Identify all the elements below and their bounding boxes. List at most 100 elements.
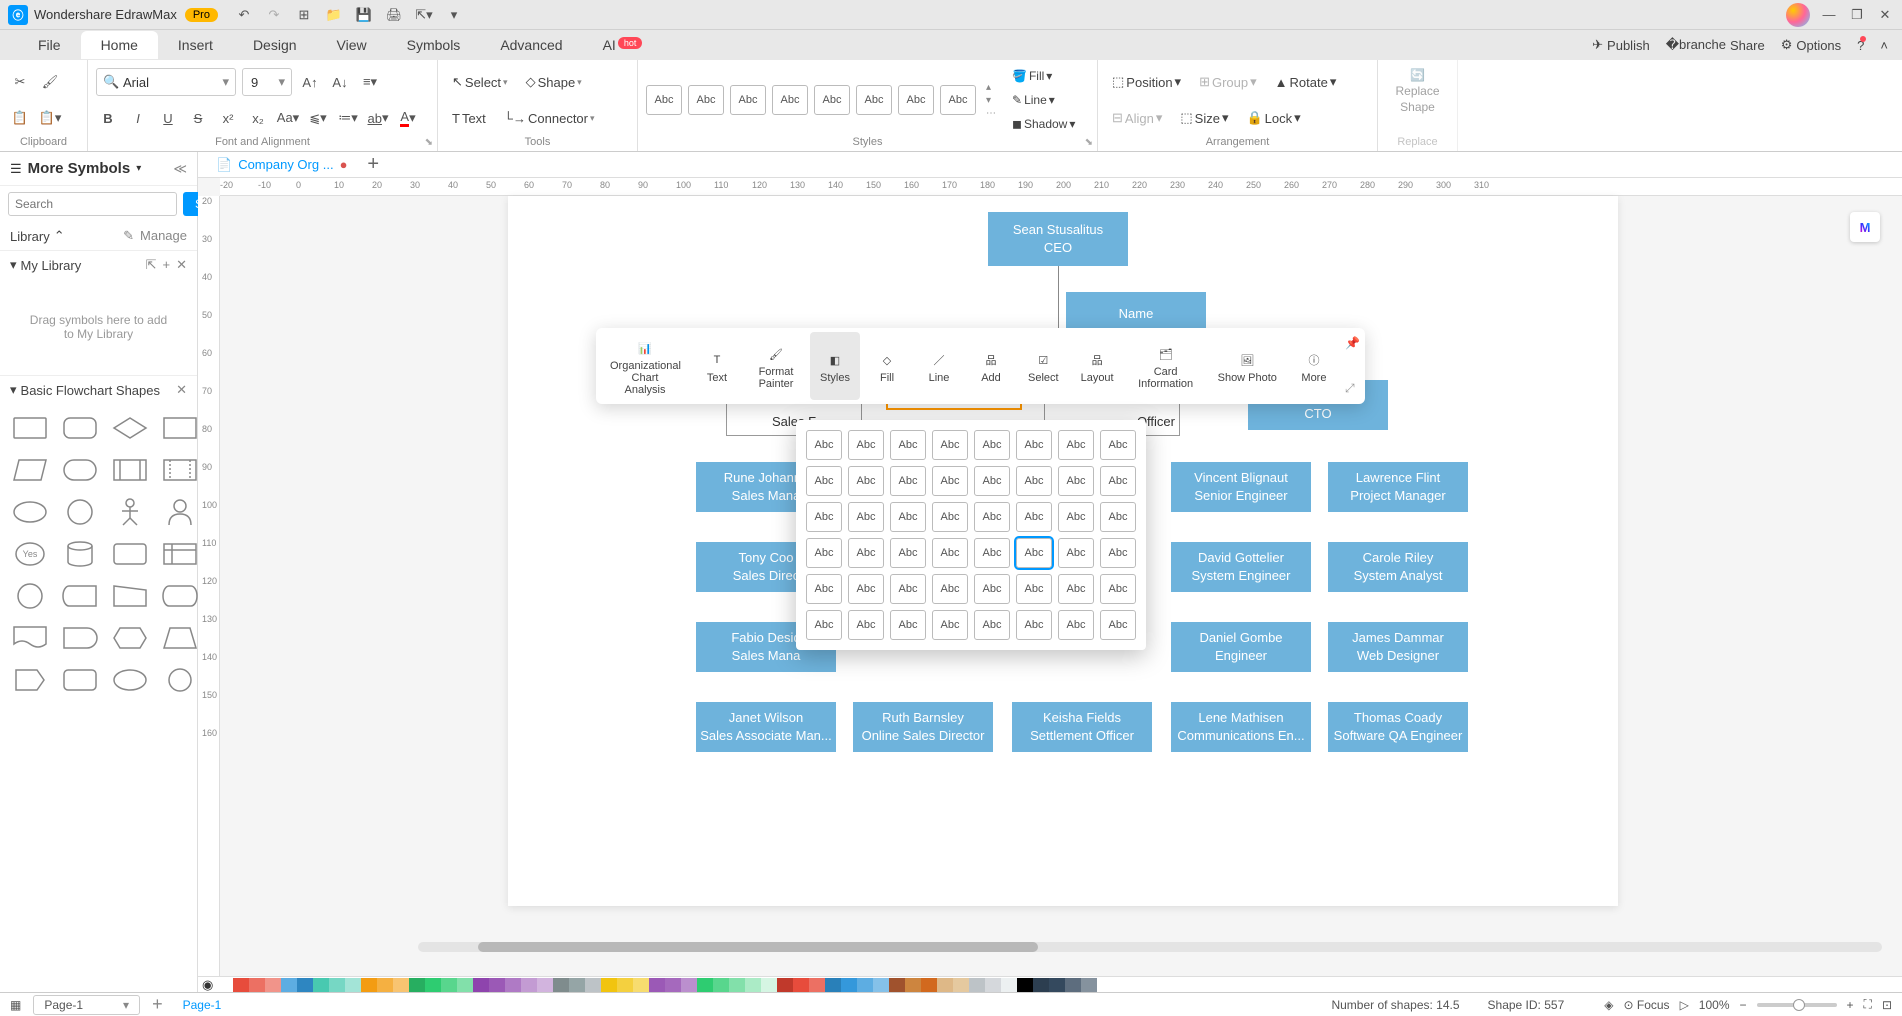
spacing-icon[interactable]: ⫹▾ [306,106,330,130]
ctx-styles[interactable]: ◧Styles [810,332,860,400]
color-swatch[interactable] [697,978,713,992]
style-swatch[interactable]: Abc [1100,574,1136,604]
mylib-arrow-icon[interactable]: ⇱ [146,257,157,273]
layers-icon[interactable]: ◈ [1604,998,1613,1012]
shape-card[interactable] [108,536,152,572]
mylib-drop-zone[interactable]: Drag symbols here to add to My Library [8,285,189,369]
shape-trap[interactable] [158,620,202,656]
export-icon[interactable]: ⇱▾ [416,7,432,23]
style-swatch[interactable]: Abc [932,430,968,460]
manage-label[interactable]: Manage [140,228,187,244]
style-swatch[interactable]: Abc [806,430,842,460]
color-swatch[interactable] [617,978,633,992]
color-swatch[interactable] [313,978,329,992]
add-page-icon[interactable]: + [152,994,163,1015]
menu-view[interactable]: View [317,31,387,59]
style-swatch[interactable]: Abc [1100,502,1136,532]
color-swatch[interactable] [537,978,553,992]
italic-icon[interactable]: I [126,106,150,130]
style-swatch[interactable]: Abc [890,466,926,496]
redo-icon[interactable]: ↷ [266,7,282,23]
color-swatch[interactable] [1065,978,1081,992]
eyedropper-icon[interactable]: ◉ [202,977,213,993]
ctx-format-painter[interactable]: 🖌Format Painter [744,332,808,400]
color-swatch[interactable] [601,978,617,992]
color-swatch[interactable] [361,978,377,992]
style-swatch[interactable]: Abc [890,610,926,640]
collapse-panel-icon[interactable]: ≪ [173,161,187,177]
color-swatch[interactable] [633,978,649,992]
paste-icon[interactable]: 📋▾ [38,106,62,130]
org-lawrence[interactable]: Lawrence FlintProject Manager [1328,462,1468,512]
style-swatch[interactable]: Abc [1016,574,1052,604]
color-swatch[interactable] [473,978,489,992]
basic-close-icon[interactable]: ✕ [176,382,187,398]
style-swatch[interactable]: Abc [806,466,842,496]
menu-file[interactable]: File [18,31,81,59]
mylib-close-icon[interactable]: ✕ [176,257,187,273]
org-ceo[interactable]: Sean StusalitusCEO [988,212,1128,266]
color-swatch[interactable] [409,978,425,992]
zoom-level[interactable]: 100% [1699,998,1730,1012]
style-swatch[interactable]: Abc [1058,502,1094,532]
style-swatch[interactable]: Abc [1016,466,1052,496]
format-brush-icon[interactable]: 🖌 [38,70,62,94]
menu-symbols[interactable]: Symbols [387,31,481,59]
zoom-out-icon[interactable]: − [1740,998,1747,1012]
color-swatch[interactable] [873,978,889,992]
org-carole[interactable]: Carole RileySystem Analyst [1328,542,1468,592]
align-button[interactable]: ⊟ Align▾ [1106,107,1168,129]
org-keisha[interactable]: Keisha FieldsSettlement Officer [1012,702,1152,752]
style-swatch[interactable]: Abc [1016,502,1052,532]
subscript-icon[interactable]: x₂ [246,106,270,130]
color-swatch[interactable] [1033,978,1049,992]
focus-button[interactable]: ⊙ Focus [1623,998,1669,1012]
new-icon[interactable]: ⊞ [296,7,312,23]
help-icon[interactable]: ? [1857,38,1864,53]
ctx-text[interactable]: TText [692,332,742,400]
strike-icon[interactable]: S [186,106,210,130]
color-swatch[interactable] [297,978,313,992]
color-swatch[interactable] [761,978,777,992]
color-swatch[interactable] [793,978,809,992]
align-icon[interactable]: ≡▾ [358,70,382,94]
styles-up-icon[interactable]: ▴ [986,82,996,93]
doc-tab[interactable]: 📄 Company Org ... ● [206,154,357,176]
shape-stored[interactable] [58,578,102,614]
shape-rect[interactable] [8,410,52,446]
shape-actor[interactable] [108,494,152,530]
color-swatch[interactable] [505,978,521,992]
ctx-show-photo[interactable]: 🖼Show Photo [1208,332,1287,400]
style-swatch[interactable]: Abc [1100,538,1136,568]
style-swatch[interactable]: Abc [974,610,1010,640]
org-lene[interactable]: Lene MathisenCommunications En... [1171,702,1311,752]
color-swatch[interactable] [985,978,1001,992]
pin-icon[interactable]: 📌 [1345,336,1357,350]
color-swatch[interactable] [889,978,905,992]
shape-circ3[interactable] [158,662,202,698]
color-swatch[interactable] [713,978,729,992]
color-swatch[interactable] [953,978,969,992]
close-icon[interactable]: ✕ [1876,6,1894,24]
rotate-button[interactable]: ▲ Rotate▾ [1269,71,1343,93]
shape-tool[interactable]: ◇ Shape ▾ [520,71,588,93]
style-swatch[interactable]: Abc [848,430,884,460]
ctx-line[interactable]: ／Line [914,332,964,400]
panel-dropdown-icon[interactable]: ▾ [136,163,141,174]
menu-ai[interactable]: AIhot [583,31,663,59]
basic-shapes-label[interactable]: Basic Flowchart Shapes [21,383,160,398]
connector-tool[interactable]: └→ Connector ▾ [498,108,601,129]
shape-manual[interactable] [108,578,152,614]
horizontal-scrollbar[interactable] [418,942,1882,952]
org-david[interactable]: David GottelierSystem Engineer [1171,542,1311,592]
color-swatch[interactable] [745,978,761,992]
style-swatch[interactable]: Abc [932,502,968,532]
shape-hex[interactable] [108,620,152,656]
color-swatch[interactable] [1017,978,1033,992]
style-swatch[interactable]: Abc [1016,538,1052,568]
ctx-more[interactable]: ⓘMore [1289,332,1339,400]
color-swatch[interactable] [393,978,409,992]
shape-process[interactable] [108,452,152,488]
style-swatch[interactable]: Abc [974,538,1010,568]
org-vincent[interactable]: Vincent BlignautSenior Engineer [1171,462,1311,512]
